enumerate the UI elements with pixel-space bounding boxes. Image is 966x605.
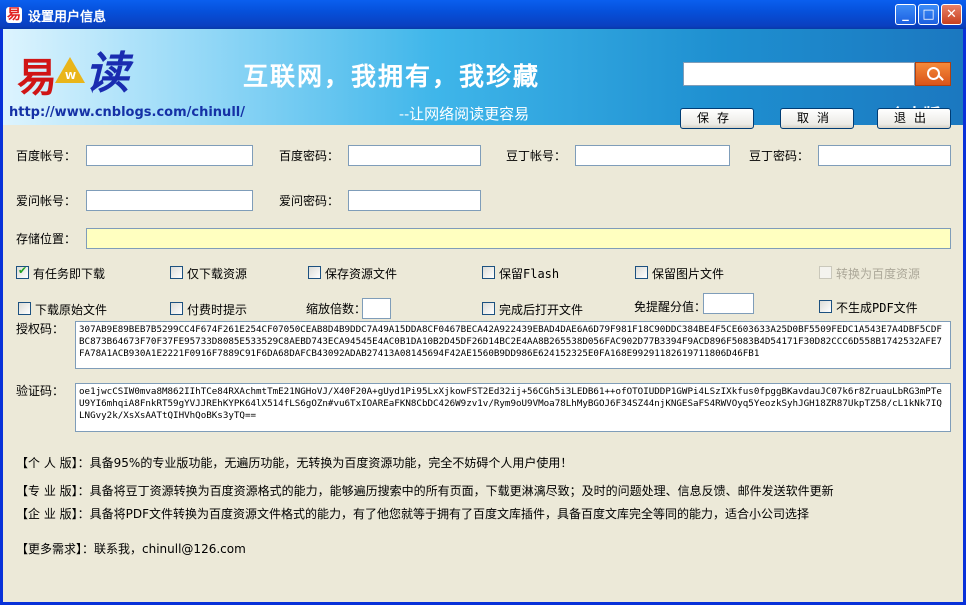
slogan: 互联网，我拥有，我珍藏: [243, 62, 541, 91]
more-needs-text[interactable]: 联系我，chinull@126.com: [94, 542, 246, 556]
auth-code-field[interactable]: 307AB9E89BEB7B5299CC4F674F261E254CF07050…: [75, 321, 951, 369]
save-resource-file-checkbox[interactable]: [308, 266, 321, 279]
logo-w: W: [65, 71, 77, 82]
aiwen-account-field[interactable]: [86, 190, 253, 211]
more-needs-desc: 【更多需求】：联系我，chinull@126.com: [16, 540, 246, 557]
no-pdf-checkbox[interactable]: [819, 300, 832, 313]
download-original-checkbox[interactable]: [18, 302, 31, 315]
professional-edition-tag: 【专 业 版】：: [16, 484, 90, 498]
download-resource-only-checkbox[interactable]: [170, 266, 183, 279]
maximize-button[interactable]: □: [918, 4, 939, 25]
homepage-url: http://www.cnblogs.com/chinull/: [9, 105, 245, 120]
enterprise-edition-text: 具备将PDF文件转换为百度资源文件格式的能力，有了他您就等于拥有了百度文库插件，…: [89, 507, 810, 521]
search-icon: [927, 67, 940, 80]
download-now-label: 有任务即下载: [33, 267, 106, 281]
zoom-label: 缩放倍数：: [306, 302, 367, 316]
baidu-password-field[interactable]: [348, 145, 481, 166]
more-needs-tag: 【更多需求】：: [16, 542, 95, 556]
paid-prompt-checkbox[interactable]: [170, 302, 183, 315]
window-title: 设置用户信息: [28, 10, 107, 25]
personal-edition-text: 具备95%的专业版功能，无遍历功能，无转换为百度资源功能，完全不妨碍个人用户使用…: [89, 456, 573, 470]
save-resource-file-label: 保存资源文件: [325, 267, 398, 281]
download-original-label: 下载原始文件: [35, 303, 108, 317]
baidu-account-label: 百度帐号：: [16, 149, 77, 163]
minimize-button[interactable]: _: [895, 4, 916, 25]
zoom-field[interactable]: [362, 298, 391, 319]
professional-edition-text: 具备将豆丁资源转换为百度资源格式的能力，能够遍历搜索中的所有页面，下载更淋漓尽致…: [89, 484, 834, 498]
sub-slogan: --让网络阅读更容易: [399, 105, 530, 123]
minimize-icon: _: [902, 7, 909, 22]
no-pdf-label: 不生成PDF文件: [836, 301, 918, 315]
storage-path-field[interactable]: [86, 228, 951, 249]
auth-code-label: 授权码：: [16, 322, 65, 336]
keep-flash-label: 保留Flash: [499, 267, 560, 281]
convert-baidu-checkbox: [819, 266, 832, 279]
remind-score-label: 免提醒分值：: [634, 300, 707, 314]
verify-code-label: 验证码：: [16, 384, 65, 398]
open-after-done-label: 完成后打开文件: [499, 303, 584, 317]
aiwen-password-field[interactable]: [348, 190, 481, 211]
verify-code-field[interactable]: oe1jwcCSIW0mva8M862IIhTCe84RXAchmtTmE21N…: [75, 383, 951, 432]
storage-label: 存储位置：: [16, 232, 77, 246]
enterprise-edition-tag: 【企 业 版】：: [16, 507, 90, 521]
search-button[interactable]: [915, 62, 951, 86]
search-icon-handle: [938, 75, 944, 81]
enterprise-edition-desc: 【企 业 版】：具备将PDF文件转换为百度资源文件格式的能力，有了他您就等于拥有…: [16, 505, 809, 522]
personal-edition-tag: 【个 人 版】：: [16, 456, 90, 470]
baidu-account-field[interactable]: [86, 145, 253, 166]
cancel-button[interactable]: 取消: [780, 108, 854, 129]
keep-image-file-checkbox[interactable]: [635, 266, 648, 279]
logo-char-yi: 易: [17, 54, 57, 101]
maximize-icon: □: [922, 7, 935, 22]
keep-image-file-label: 保留图片文件: [652, 267, 725, 281]
paid-prompt-label: 付费时提示: [187, 303, 248, 317]
personal-edition-desc: 【个 人 版】：具备95%的专业版功能，无遍历功能，无转换为百度资源功能，完全不…: [16, 454, 572, 471]
close-button[interactable]: ✕: [941, 4, 962, 25]
open-after-done-checkbox[interactable]: [482, 302, 495, 315]
download-resource-only-label: 仅下载资源: [187, 267, 248, 281]
convert-baidu-label: 转换为百度资源: [836, 267, 921, 281]
save-button[interactable]: 保存: [680, 108, 754, 129]
app-icon: 易: [6, 7, 22, 23]
aiwen-password-label: 爱问密码：: [279, 194, 340, 208]
remind-score-field[interactable]: [703, 293, 754, 314]
exit-button[interactable]: 退出: [877, 108, 951, 129]
search-input[interactable]: [683, 62, 915, 86]
douding-password-field[interactable]: [818, 145, 951, 166]
aiwen-account-label: 爱问帐号：: [16, 194, 77, 208]
professional-edition-desc: 【专 业 版】：具备将豆丁资源转换为百度资源格式的能力，能够遍历搜索中的所有页面…: [16, 482, 834, 499]
download-now-checkbox[interactable]: [16, 264, 29, 279]
close-icon: ✕: [946, 7, 957, 22]
douding-account-label: 豆丁帐号：: [506, 149, 567, 163]
settings-window: 易 设置用户信息 _ □ ✕ 易 W 读 http://www.cnblogs.…: [0, 0, 966, 605]
logo-char-du: 读: [85, 48, 129, 99]
title-bar[interactable]: 易 设置用户信息 _ □ ✕: [0, 0, 966, 29]
baidu-password-label: 百度密码：: [279, 149, 340, 163]
douding-password-label: 豆丁密码：: [749, 149, 810, 163]
keep-flash-checkbox[interactable]: [482, 266, 495, 279]
douding-account-field[interactable]: [575, 145, 730, 166]
